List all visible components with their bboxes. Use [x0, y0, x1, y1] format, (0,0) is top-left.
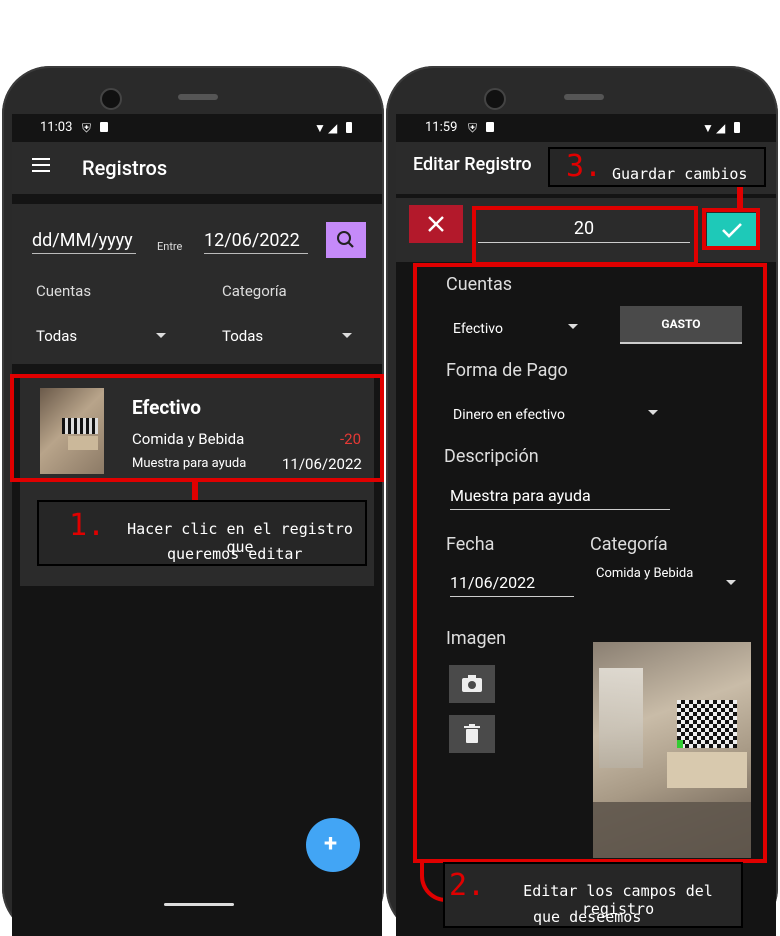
speaker-grill [178, 94, 218, 100]
callout-1: 1. Hacer clic en el registro que queremo… [37, 500, 367, 566]
accounts-dropdown-value: Todas [36, 327, 78, 345]
front-camera [484, 88, 506, 110]
dropdown-arrow-icon [342, 333, 352, 338]
dropdown-arrow-icon [156, 333, 166, 338]
callout-3: 3. Guardar cambios [548, 147, 766, 187]
speaker-grill [564, 94, 604, 100]
connector-line-3 [737, 184, 743, 208]
category-label: Categoría [222, 282, 287, 300]
sim-icon [100, 122, 108, 132]
home-indicator [164, 903, 234, 906]
page-title: Registros [82, 156, 168, 180]
front-camera [100, 88, 122, 110]
between-label: Entre [157, 240, 183, 253]
app-bar: Registros [12, 142, 382, 194]
category-dropdown-value: Todas [222, 327, 264, 345]
search-icon [337, 231, 354, 248]
date-from-field[interactable]: dd/MM/yyyy [32, 230, 136, 254]
battery-icon [734, 122, 740, 133]
close-icon [428, 216, 444, 232]
search-button[interactable] [326, 222, 366, 258]
callout-3-text: Guardar cambios [612, 165, 748, 183]
wifi-icon: ▼ [702, 121, 714, 135]
accounts-label: Cuentas [36, 282, 92, 300]
callout-1-line2: queremos editar [167, 545, 303, 563]
signal-icon: ◢ [716, 121, 726, 135]
callout-2: 2. Editar los campos del registro que de… [443, 862, 743, 928]
plus-icon: + [324, 829, 338, 857]
highlight-amount-field [472, 206, 698, 266]
shield-icon: ⛨ [468, 121, 478, 135]
menu-icon[interactable] [32, 158, 50, 172]
shield-icon: ⛨ [82, 121, 92, 135]
status-time: 11:59 [425, 120, 458, 135]
highlight-save-button [702, 208, 760, 250]
filter-card: dd/MM/yyyy Entre 12/06/2022 Cuentas Cate… [12, 204, 382, 364]
signal-icon: ◢ [328, 121, 338, 135]
highlight-form-area [413, 263, 767, 863]
category-dropdown[interactable]: Todas [222, 326, 352, 346]
callout-3-number: 3. [566, 149, 603, 184]
wifi-icon: ▼ [314, 121, 326, 135]
accounts-dropdown[interactable]: Todas [36, 326, 166, 346]
page-title: Editar Registro [413, 154, 532, 175]
highlight-record-card [10, 374, 384, 482]
callout-2-line2: que deseemos [533, 908, 642, 926]
sim-icon [486, 122, 494, 132]
status-time: 11:03 [40, 120, 73, 135]
callout-2-number: 2. [449, 868, 486, 903]
add-record-button[interactable]: + [306, 818, 360, 872]
date-to-field[interactable]: 12/06/2022 [204, 230, 308, 254]
battery-icon [346, 122, 352, 133]
callout-1-number: 1. [69, 508, 106, 543]
cancel-button[interactable] [409, 205, 463, 243]
